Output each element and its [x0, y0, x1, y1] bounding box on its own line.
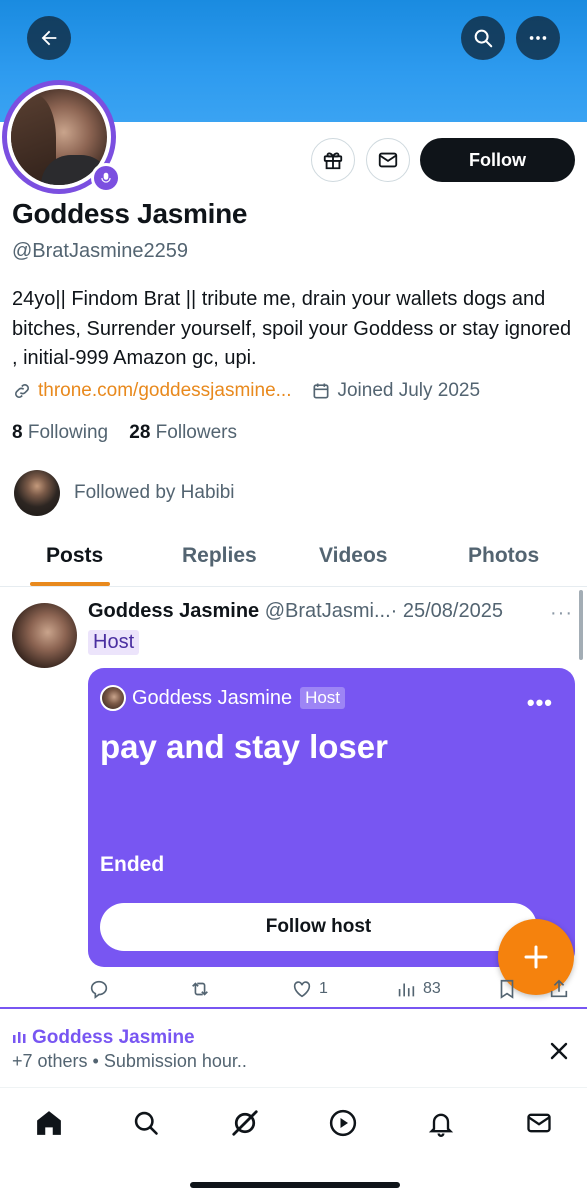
post-more-button[interactable]: ···: [550, 602, 573, 625]
follow-button[interactable]: Follow: [420, 138, 575, 182]
like-count: 1: [319, 980, 328, 997]
nav-grok[interactable]: [225, 1103, 265, 1143]
profile-meta: throne.com/goddessjasmine... Joined July…: [12, 380, 480, 402]
follow-counts: 8 Following 28 Followers: [12, 422, 237, 444]
grok-icon: [232, 1110, 258, 1136]
post-header: Goddess Jasmine @BratJasmi...· 25/08/202…: [88, 600, 503, 622]
home-icon: [37, 1111, 61, 1135]
share-icon: [550, 979, 568, 998]
home-indicator: [190, 1182, 400, 1188]
microphone-icon: [101, 172, 111, 183]
views-button[interactable]: 83: [395, 978, 441, 1000]
tab-replies[interactable]: Replies: [182, 544, 257, 568]
active-tab-indicator: [30, 582, 110, 586]
nav-notifications[interactable]: [421, 1103, 461, 1143]
space-card[interactable]: Goddess Jasmine Host ••• pay and stay lo…: [88, 668, 575, 967]
following-link[interactable]: 8 Following: [12, 422, 108, 443]
share-button[interactable]: [548, 978, 576, 1000]
follower-avatar: [14, 470, 60, 516]
tab-posts[interactable]: Posts: [46, 544, 103, 568]
more-horizontal-icon: [529, 36, 547, 40]
post-author-avatar[interactable]: [12, 603, 77, 668]
profile-tabs: Posts Replies Videos Photos: [0, 530, 587, 587]
space-host-tag: Host: [300, 687, 346, 709]
analytics-icon: [398, 983, 415, 997]
nav-messages[interactable]: [519, 1103, 559, 1143]
follow-host-button[interactable]: Follow host: [100, 903, 537, 951]
scrollbar[interactable]: [579, 590, 583, 660]
space-host-avatar: [100, 685, 126, 711]
space-title: pay and stay loser: [100, 728, 388, 765]
audio-bars-icon: [13, 1032, 26, 1043]
message-button[interactable]: [366, 138, 410, 182]
heart-icon: [293, 981, 311, 998]
reply-button[interactable]: [88, 978, 116, 1000]
space-more-button[interactable]: •••: [527, 690, 553, 716]
live-host-badge: [91, 163, 121, 193]
messages-icon: [527, 1113, 551, 1133]
post-author[interactable]: Goddess Jasmine: [88, 600, 259, 622]
nav-home[interactable]: [29, 1103, 69, 1143]
link-icon: [15, 384, 29, 398]
post-actions: 1 83: [88, 978, 575, 1006]
nav-search[interactable]: [126, 1103, 166, 1143]
back-button[interactable]: [27, 16, 71, 60]
gift-icon: [323, 152, 343, 170]
view-count: 83: [423, 980, 441, 997]
arrow-left-icon: [41, 30, 57, 46]
plus-icon: [524, 945, 548, 969]
search-icon: [474, 29, 493, 48]
nav-video[interactable]: [323, 1103, 363, 1143]
search-icon: [134, 1111, 158, 1135]
space-host-name: Goddess Jasmine: [132, 686, 293, 709]
bookmark-button[interactable]: [496, 978, 524, 1000]
profile-name: Goddess Jasmine: [12, 198, 248, 229]
search-button[interactable]: [461, 16, 505, 60]
tab-photos[interactable]: Photos: [468, 544, 539, 568]
video-icon: [329, 1109, 357, 1137]
post-date[interactable]: 25/08/2025: [403, 600, 503, 622]
like-button[interactable]: 1: [291, 978, 328, 1000]
calendar-icon: [313, 383, 329, 399]
close-space-button[interactable]: [542, 1034, 576, 1068]
repost-icon: [192, 982, 208, 996]
profile-link[interactable]: throne.com/goddessjasmine...: [38, 380, 291, 402]
joined-date: Joined July 2025: [337, 380, 481, 401]
bookmark-icon: [500, 979, 514, 999]
space-bar-title: Goddess Jasmine: [32, 1027, 195, 1048]
notifications-icon: [428, 1113, 454, 1137]
followed-by[interactable]: Followed by Habibi: [14, 470, 235, 516]
reply-icon: [90, 980, 108, 999]
followers-link[interactable]: 28 Followers: [129, 422, 237, 443]
host-tag: Host: [88, 630, 140, 655]
tab-videos[interactable]: Videos: [319, 544, 387, 568]
profile-handle: @BratJasmine2259: [12, 240, 188, 262]
more-button[interactable]: [516, 16, 560, 60]
followed-by-text: Followed by Habibi: [74, 482, 235, 503]
post-handle[interactable]: @BratJasmi...: [265, 600, 391, 622]
close-icon: [550, 1042, 568, 1060]
envelope-icon: [378, 152, 398, 168]
gift-button[interactable]: [311, 138, 355, 182]
space-status: Ended: [100, 853, 165, 876]
space-bar-subtitle: +7 others • Submission hour..: [12, 1051, 247, 1071]
space-mini-player[interactable]: Goddess Jasmine +7 others • Submission h…: [0, 1007, 587, 1087]
profile-bio: 24yo|| Findom Brat || tribute me, drain …: [12, 288, 572, 369]
repost-button[interactable]: [188, 978, 218, 1000]
